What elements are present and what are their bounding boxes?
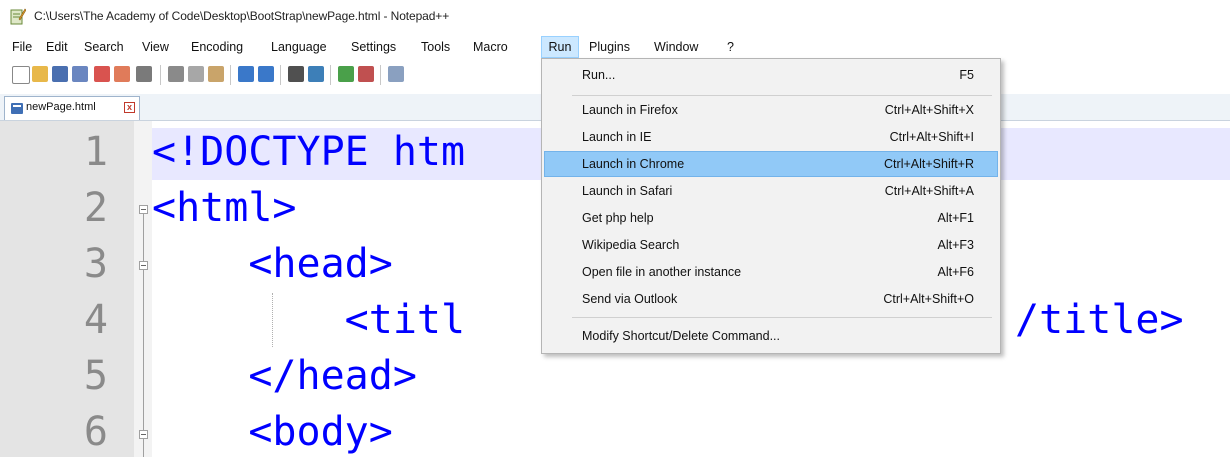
zoom-out-icon[interactable] bbox=[358, 66, 374, 82]
menu-item-shortcut: Alt+F6 bbox=[937, 265, 974, 279]
code-line-tail: /title> bbox=[1015, 297, 1184, 343]
fold-toggle-icon[interactable] bbox=[139, 205, 148, 214]
run-menu-item-run[interactable]: Run... F5 bbox=[544, 62, 998, 88]
menu-tools[interactable]: Tools bbox=[421, 36, 450, 58]
run-menu-item-modify-shortcut[interactable]: Modify Shortcut/Delete Command... bbox=[544, 323, 998, 349]
fold-toggle-icon[interactable] bbox=[139, 261, 148, 270]
run-menu-item-wikipedia[interactable]: Wikipedia Search Alt+F3 bbox=[544, 232, 998, 258]
title-bar: C:\Users\The Academy of Code\Desktop\Boo… bbox=[0, 0, 1230, 34]
menu-item-label: Launch in Chrome bbox=[582, 157, 685, 171]
line-number: 4 bbox=[83, 297, 108, 343]
fold-line bbox=[143, 214, 144, 457]
tab-label: newPage.html bbox=[26, 101, 96, 113]
menu-item-shortcut: Ctrl+Alt+Shift+I bbox=[889, 130, 974, 144]
paste-icon[interactable] bbox=[208, 66, 224, 82]
cut-icon[interactable] bbox=[168, 66, 184, 82]
find-icon[interactable] bbox=[288, 66, 304, 82]
menu-view[interactable]: View bbox=[142, 36, 169, 58]
open-file-icon[interactable] bbox=[32, 66, 48, 82]
copy-icon[interactable] bbox=[188, 66, 204, 82]
tab-newpage[interactable]: newPage.html x bbox=[4, 96, 140, 120]
menu-separator bbox=[572, 317, 992, 318]
menu-item-label: Launch in Safari bbox=[582, 184, 673, 198]
toolbar-separator bbox=[160, 65, 161, 85]
menu-item-shortcut: Ctrl+Alt+Shift+X bbox=[884, 103, 974, 117]
run-menu-dropdown: Run... F5 Launch in Firefox Ctrl+Alt+Shi… bbox=[541, 58, 1001, 354]
menu-item-shortcut: F5 bbox=[959, 68, 974, 82]
menu-search[interactable]: Search bbox=[84, 36, 124, 58]
redo-icon[interactable] bbox=[258, 66, 274, 82]
notepadpp-app-icon bbox=[10, 8, 26, 25]
toolbar-separator bbox=[280, 65, 281, 85]
menu-item-label: Run... bbox=[582, 68, 616, 82]
menu-item-shortcut: Alt+F1 bbox=[937, 211, 974, 225]
close-icon[interactable] bbox=[94, 66, 110, 82]
menu-item-label: Get php help bbox=[582, 211, 654, 225]
menu-item-label: Open file in another instance bbox=[582, 265, 742, 279]
code-line: <head> bbox=[152, 241, 393, 287]
run-menu-item-safari[interactable]: Launch in Safari Ctrl+Alt+Shift+A bbox=[544, 178, 998, 204]
menu-item-shortcut: Ctrl+Alt+Shift+A bbox=[884, 184, 974, 198]
menu-item-shortcut: Ctrl+Alt+Shift+R bbox=[884, 157, 974, 171]
menu-language[interactable]: Language bbox=[271, 36, 327, 58]
menu-item-label: Launch in Firefox bbox=[582, 103, 678, 117]
code-line: <body> bbox=[152, 409, 393, 455]
menu-file[interactable]: File bbox=[12, 36, 32, 58]
line-number: 2 bbox=[83, 185, 108, 231]
line-number: 5 bbox=[83, 353, 108, 399]
line-number: 6 bbox=[83, 409, 108, 455]
tab-close-icon[interactable]: x bbox=[124, 102, 135, 113]
menu-item-label: Send via Outlook bbox=[582, 292, 678, 306]
line-number: 3 bbox=[83, 241, 108, 287]
menu-edit[interactable]: Edit bbox=[46, 36, 68, 58]
run-menu-item-outlook[interactable]: Send via Outlook Ctrl+Alt+Shift+O bbox=[544, 286, 998, 312]
replace-icon[interactable] bbox=[308, 66, 324, 82]
line-number: 1 bbox=[83, 129, 108, 175]
toolbar-separator bbox=[230, 65, 231, 85]
menu-run[interactable]: Run bbox=[541, 36, 579, 58]
window-title: C:\Users\The Academy of Code\Desktop\Boo… bbox=[34, 9, 450, 23]
run-menu-item-open-instance[interactable]: Open file in another instance Alt+F6 bbox=[544, 259, 998, 285]
run-menu-item-firefox[interactable]: Launch in Firefox Ctrl+Alt+Shift+X bbox=[544, 97, 998, 123]
print-icon[interactable] bbox=[136, 66, 152, 82]
saved-file-icon bbox=[11, 103, 23, 114]
run-menu-item-ie[interactable]: Launch in IE Ctrl+Alt+Shift+I bbox=[544, 124, 998, 150]
sync-scroll-icon[interactable] bbox=[388, 66, 404, 82]
menu-settings[interactable]: Settings bbox=[351, 36, 396, 58]
menu-item-label: Launch in IE bbox=[582, 130, 652, 144]
code-line: <html> bbox=[152, 185, 297, 231]
undo-icon[interactable] bbox=[238, 66, 254, 82]
code-line: <!DOCTYPE htm bbox=[152, 129, 466, 175]
menu-item-label: Modify Shortcut/Delete Command... bbox=[582, 329, 780, 343]
toolbar-separator bbox=[380, 65, 381, 85]
save-all-icon[interactable] bbox=[72, 66, 88, 82]
menu-item-shortcut: Ctrl+Alt+Shift+O bbox=[883, 292, 974, 306]
run-menu-item-chrome[interactable]: Launch in Chrome Ctrl+Alt+Shift+R bbox=[544, 151, 998, 177]
menu-item-label: Wikipedia Search bbox=[582, 238, 680, 252]
menu-item-shortcut: Alt+F3 bbox=[937, 238, 974, 252]
code-line: <titl bbox=[152, 297, 466, 343]
zoom-in-icon[interactable] bbox=[338, 66, 354, 82]
menu-encoding[interactable]: Encoding bbox=[191, 36, 243, 58]
menu-bar: File Edit Search View Encoding Language … bbox=[0, 36, 1230, 58]
run-menu-item-php-help[interactable]: Get php help Alt+F1 bbox=[544, 205, 998, 231]
menu-window[interactable]: Window bbox=[654, 36, 698, 58]
fold-toggle-icon[interactable] bbox=[139, 430, 148, 439]
close-all-icon[interactable] bbox=[114, 66, 130, 82]
menu-macro[interactable]: Macro bbox=[473, 36, 508, 58]
menu-plugins[interactable]: Plugins bbox=[589, 36, 630, 58]
code-line: </head> bbox=[152, 353, 417, 399]
toolbar-separator bbox=[330, 65, 331, 85]
menu-help[interactable]: ? bbox=[727, 36, 734, 58]
new-file-icon[interactable] bbox=[12, 66, 30, 84]
save-icon[interactable] bbox=[52, 66, 68, 82]
menu-separator bbox=[572, 95, 992, 96]
